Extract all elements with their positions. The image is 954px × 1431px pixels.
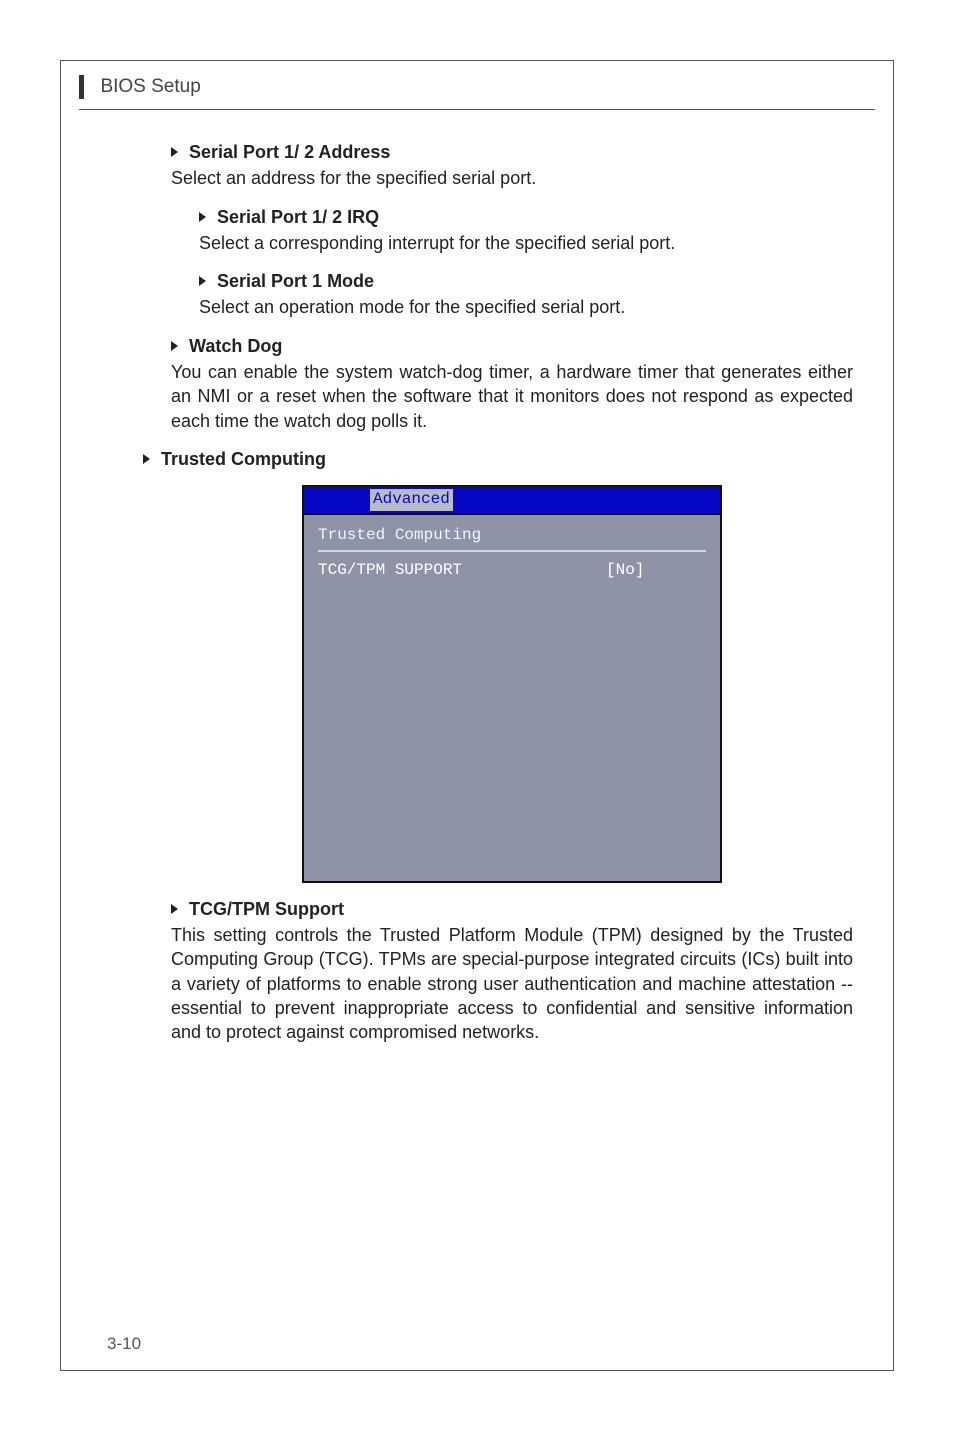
section-title-serial-port-address: Serial Port 1/ 2 Address	[171, 140, 853, 164]
bios-tab-bar: Advanced	[302, 485, 722, 513]
page-number: 3-10	[107, 1334, 141, 1354]
section-title-serial-port-mode: Serial Port 1 Mode	[171, 269, 853, 293]
section-title-text: TCG/TPM Support	[189, 899, 344, 919]
triangle-right-icon	[199, 212, 206, 222]
section-title-trusted-computing: Trusted Computing	[143, 447, 853, 471]
section-body-tcg-tpm: This setting controls the Trusted Platfo…	[171, 923, 853, 1044]
section-title-text: Serial Port 1 Mode	[217, 271, 374, 291]
triangle-right-icon	[143, 454, 150, 464]
header-accent-bar	[79, 75, 84, 99]
section-title-text: Serial Port 1/ 2 IRQ	[217, 207, 379, 227]
section-title-serial-port-irq: Serial Port 1/ 2 IRQ	[171, 205, 853, 229]
bios-panel: Trusted Computing TCG/TPM SUPPORT [No]	[302, 513, 722, 883]
bios-window: Advanced Trusted Computing TCG/TPM SUPPO…	[302, 485, 722, 883]
section-body-watch-dog: You can enable the system watch-dog time…	[171, 360, 853, 433]
content-area: Serial Port 1/ 2 Address Select an addre…	[61, 110, 893, 1045]
bios-panel-title: Trusted Computing	[318, 525, 706, 551]
section-body-serial-port-mode: Select an operation mode for the specifi…	[171, 295, 853, 319]
section-body-serial-port-irq: Select a corresponding interrupt for the…	[171, 231, 853, 255]
bios-divider	[318, 550, 706, 552]
triangle-right-icon	[171, 341, 178, 351]
section-title-tcg-tpm: TCG/TPM Support	[171, 897, 853, 921]
bios-setting-label: TCG/TPM SUPPORT	[318, 560, 606, 582]
section-body-serial-port-address: Select an address for the specified seri…	[171, 166, 853, 190]
page-frame: BIOS Setup Serial Port 1/ 2 Address Sele…	[60, 60, 894, 1371]
subsection-serial-port-irq: Serial Port 1/ 2 IRQ Select a correspond…	[171, 205, 853, 320]
page-header: BIOS Setup	[61, 61, 893, 105]
bios-screenshot: Advanced Trusted Computing TCG/TPM SUPPO…	[171, 485, 853, 883]
triangle-right-icon	[171, 147, 178, 157]
bios-tab-advanced: Advanced	[370, 489, 453, 511]
section-title-text: Watch Dog	[189, 336, 282, 356]
triangle-right-icon	[171, 904, 178, 914]
bios-setting-row: TCG/TPM SUPPORT [No]	[318, 560, 706, 582]
bios-setting-value: [No]	[606, 560, 706, 582]
section-title-text: Serial Port 1/ 2 Address	[189, 142, 390, 162]
triangle-right-icon	[199, 276, 206, 286]
section-title-watch-dog: Watch Dog	[171, 334, 853, 358]
page-title: BIOS Setup	[100, 76, 200, 98]
section-title-text: Trusted Computing	[161, 449, 326, 469]
